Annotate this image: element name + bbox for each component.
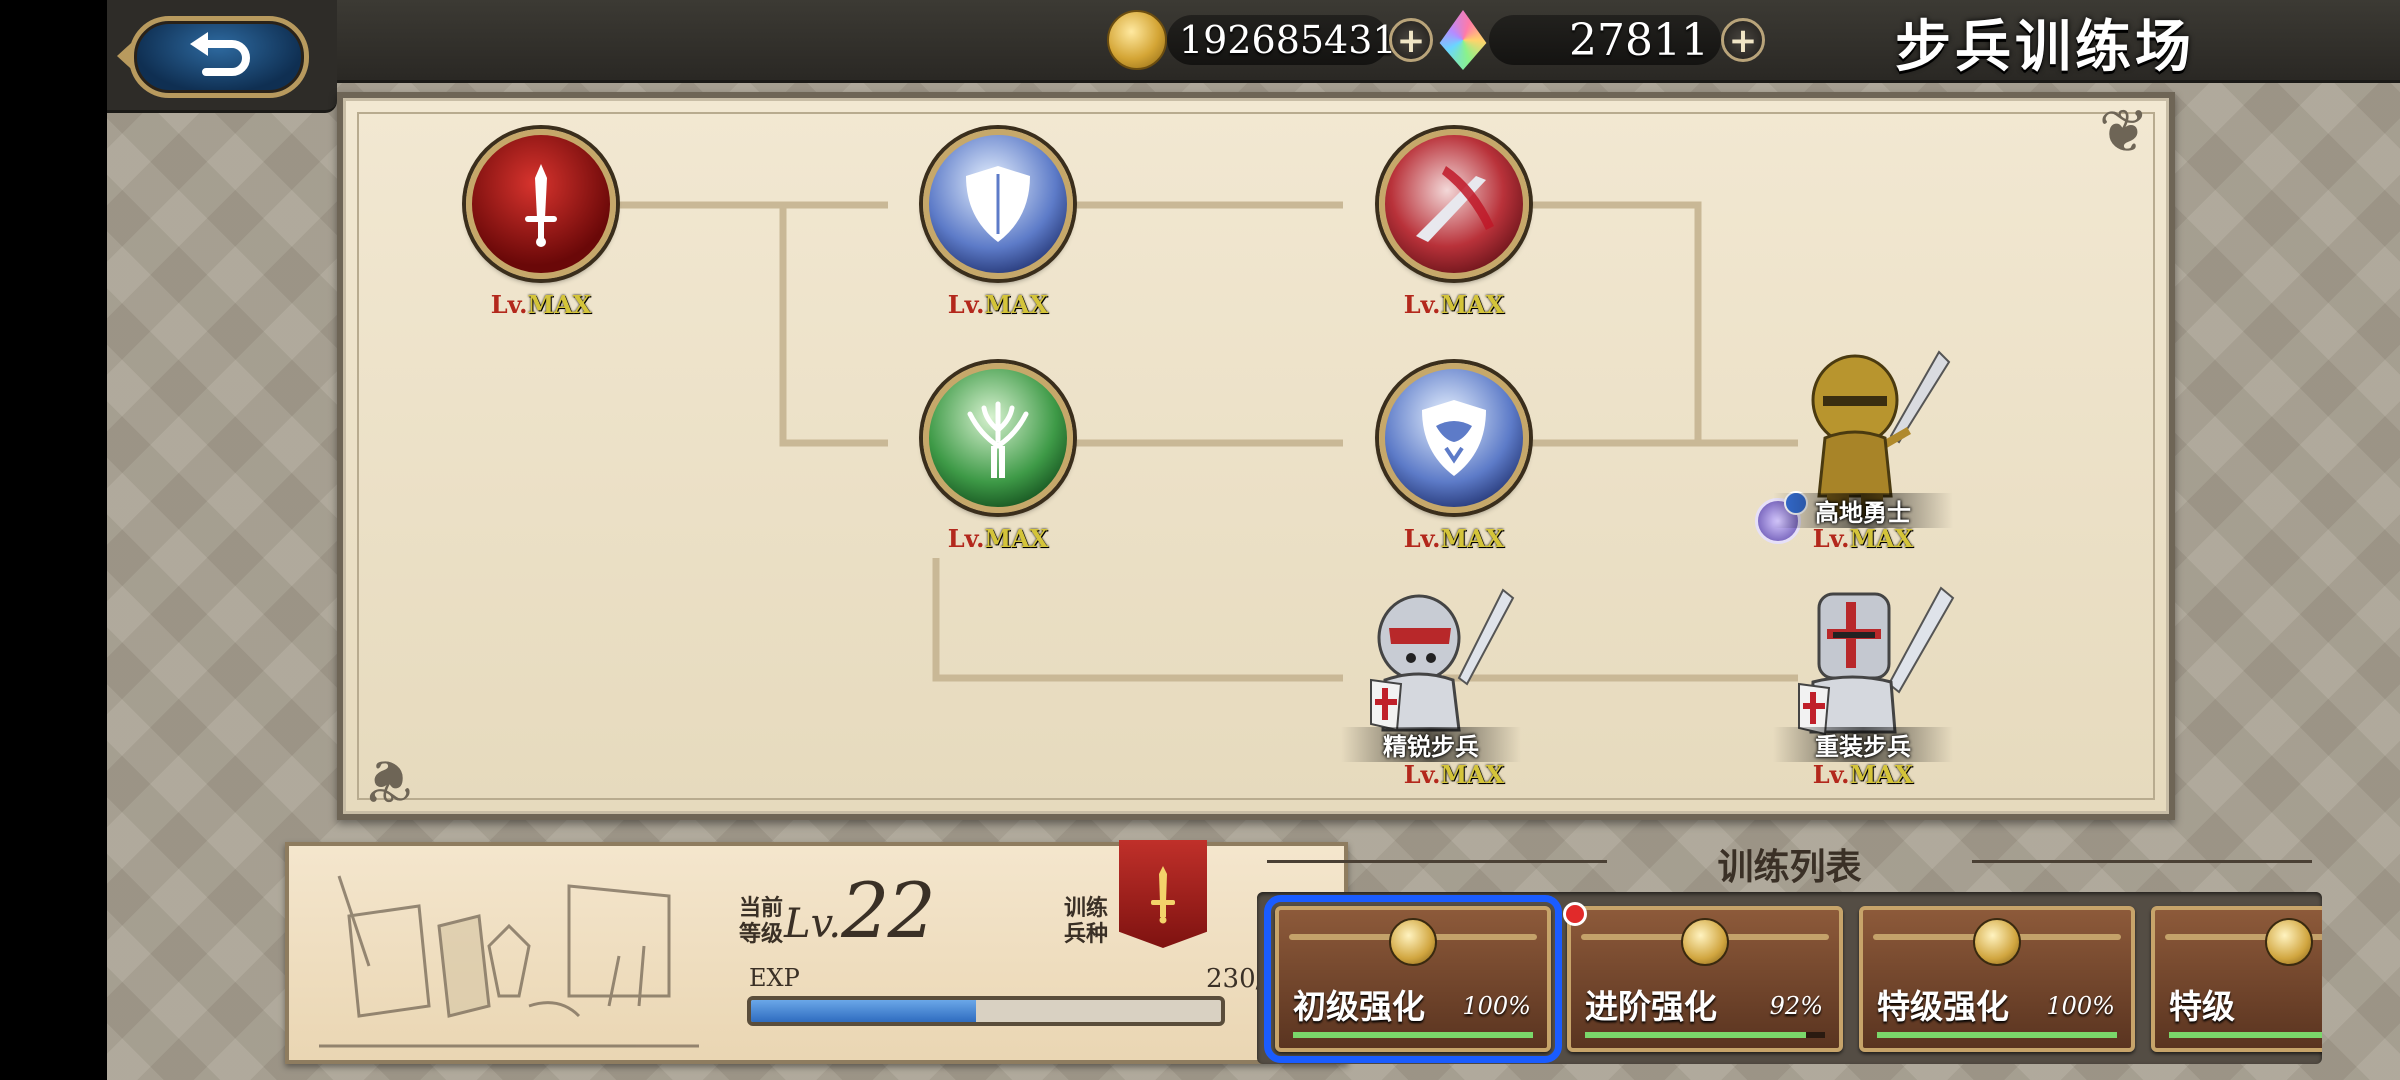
training-card[interactable]: 特级强化 100% <box>1859 906 2135 1052</box>
unit-level: Lv.MAX <box>1812 760 1914 789</box>
divider <box>1267 860 1607 863</box>
current-level-value: Lv.22 <box>784 866 936 955</box>
training-progress-bar <box>1877 1032 2117 1038</box>
training-card[interactable]: 初级强化 100% <box>1264 895 1562 1063</box>
skill-node-tree[interactable] <box>923 363 1073 513</box>
add-gem-button[interactable]: + <box>1721 18 1765 62</box>
screen-title: 步兵训练场 <box>1895 14 2195 80</box>
skill-node-level: Lv.MAX <box>1403 524 1505 553</box>
gold-knob-icon <box>1389 918 1437 966</box>
unit-name: 精锐步兵 <box>1341 727 1521 762</box>
skill-node-level: Lv.MAX <box>947 524 1049 553</box>
training-list-header: 训练列表 <box>1257 838 2322 888</box>
training-card[interactable]: 特级 <box>2151 906 2322 1052</box>
unit-name: 重装步兵 <box>1773 727 1953 762</box>
training-ground-illustration <box>319 875 699 1048</box>
skill-node-level: Lv.MAX <box>1403 290 1505 319</box>
training-percent: 100% <box>1462 992 1531 1020</box>
training-progress-fill <box>1877 1032 2117 1038</box>
training-list-title: 训练列表 <box>1717 846 1862 888</box>
crest-shield-icon <box>1422 400 1486 476</box>
gold-counter: 192685431 + <box>1107 10 1433 70</box>
unit-name: 高地勇士 <box>1773 493 1953 528</box>
training-percent: 92% <box>1769 992 1823 1020</box>
add-gold-button[interactable]: + <box>1389 18 1433 62</box>
rainbow-gem-icon <box>1439 10 1487 70</box>
training-name: 初级强化 <box>1293 987 1425 1026</box>
exp-label: EXP <box>749 964 800 992</box>
exp-progress-fill <box>751 1000 977 1022</box>
unit-level: Lv.MAX <box>1812 524 1914 553</box>
sword-icon <box>1151 866 1175 924</box>
training-info-panel: 当前 等级 Lv.22 训练 兵种 EXP 230/480 <box>285 840 1348 1064</box>
training-name: 进阶强化 <box>1585 987 1717 1026</box>
unit-elite-infantry[interactable]: 精锐步兵 <box>1331 580 1531 762</box>
game-screen: 192685431 + 27811 + 步兵训练场 ❦ ❦ Lv.MAX Lv.… <box>107 0 2400 1080</box>
skill-node-level: Lv.MAX <box>490 290 592 319</box>
gem-counter: 27811 + <box>1437 10 1765 70</box>
unit-level: Lv.MAX <box>1403 760 1505 789</box>
training-progress-fill <box>1293 1032 1533 1038</box>
troop-type-badge[interactable] <box>1119 840 1207 948</box>
training-progress-bar <box>1293 1032 1533 1038</box>
training-progress-bar <box>2169 1032 2322 1038</box>
training-percent: 100% <box>2046 992 2115 1020</box>
training-progress-fill <box>2169 1032 2322 1038</box>
training-name: 特级 <box>2169 987 2235 1026</box>
notification-dot-icon <box>1563 902 1587 926</box>
training-card[interactable]: 进阶强化 92% <box>1563 902 1843 1052</box>
divider <box>1972 860 2312 863</box>
training-progress-bar <box>1585 1032 1825 1038</box>
sword-icon <box>525 164 557 247</box>
back-button[interactable] <box>129 16 309 98</box>
shield-icon <box>966 166 1030 242</box>
blade-slash-icon <box>1416 166 1494 242</box>
exp-progress-bar <box>747 996 1225 1026</box>
skill-node-sword[interactable] <box>466 129 616 279</box>
skill-tree-panel: ❦ ❦ Lv.MAX Lv.MAX Lv.MAX Lv.MAX Lv.MAX 高… <box>337 92 2175 820</box>
training-progress-fill <box>1585 1032 1806 1038</box>
skill-node-blade-slash[interactable] <box>1379 129 1529 279</box>
training-list[interactable]: 初级强化 100% 进阶强化 92% 特级强化 100% 特级 <box>1257 892 2322 1064</box>
training-name: 特级强化 <box>1877 987 2009 1026</box>
gold-knob-icon <box>2265 918 2313 966</box>
skill-node-level: Lv.MAX <box>947 290 1049 319</box>
unit-heavy-infantry[interactable]: 重装步兵 <box>1763 580 1963 762</box>
current-level-label: 当前 等级 <box>739 896 784 947</box>
gold-value: 192685431 <box>1179 18 1397 62</box>
return-arrow-icon <box>190 32 250 76</box>
skill-node-shield[interactable] <box>923 129 1073 279</box>
gold-knob-icon <box>1681 918 1729 966</box>
gold-knob-icon <box>1973 918 2021 966</box>
unit-highland-warrior[interactable]: 高地勇士 <box>1755 346 1963 544</box>
gold-coin-icon <box>1107 10 1167 70</box>
troop-type-label: 训练 兵种 <box>1064 896 1109 947</box>
gem-value: 27811 <box>1569 14 1709 66</box>
tree-icon <box>967 401 1029 478</box>
skill-node-crest-shield[interactable] <box>1379 363 1529 513</box>
